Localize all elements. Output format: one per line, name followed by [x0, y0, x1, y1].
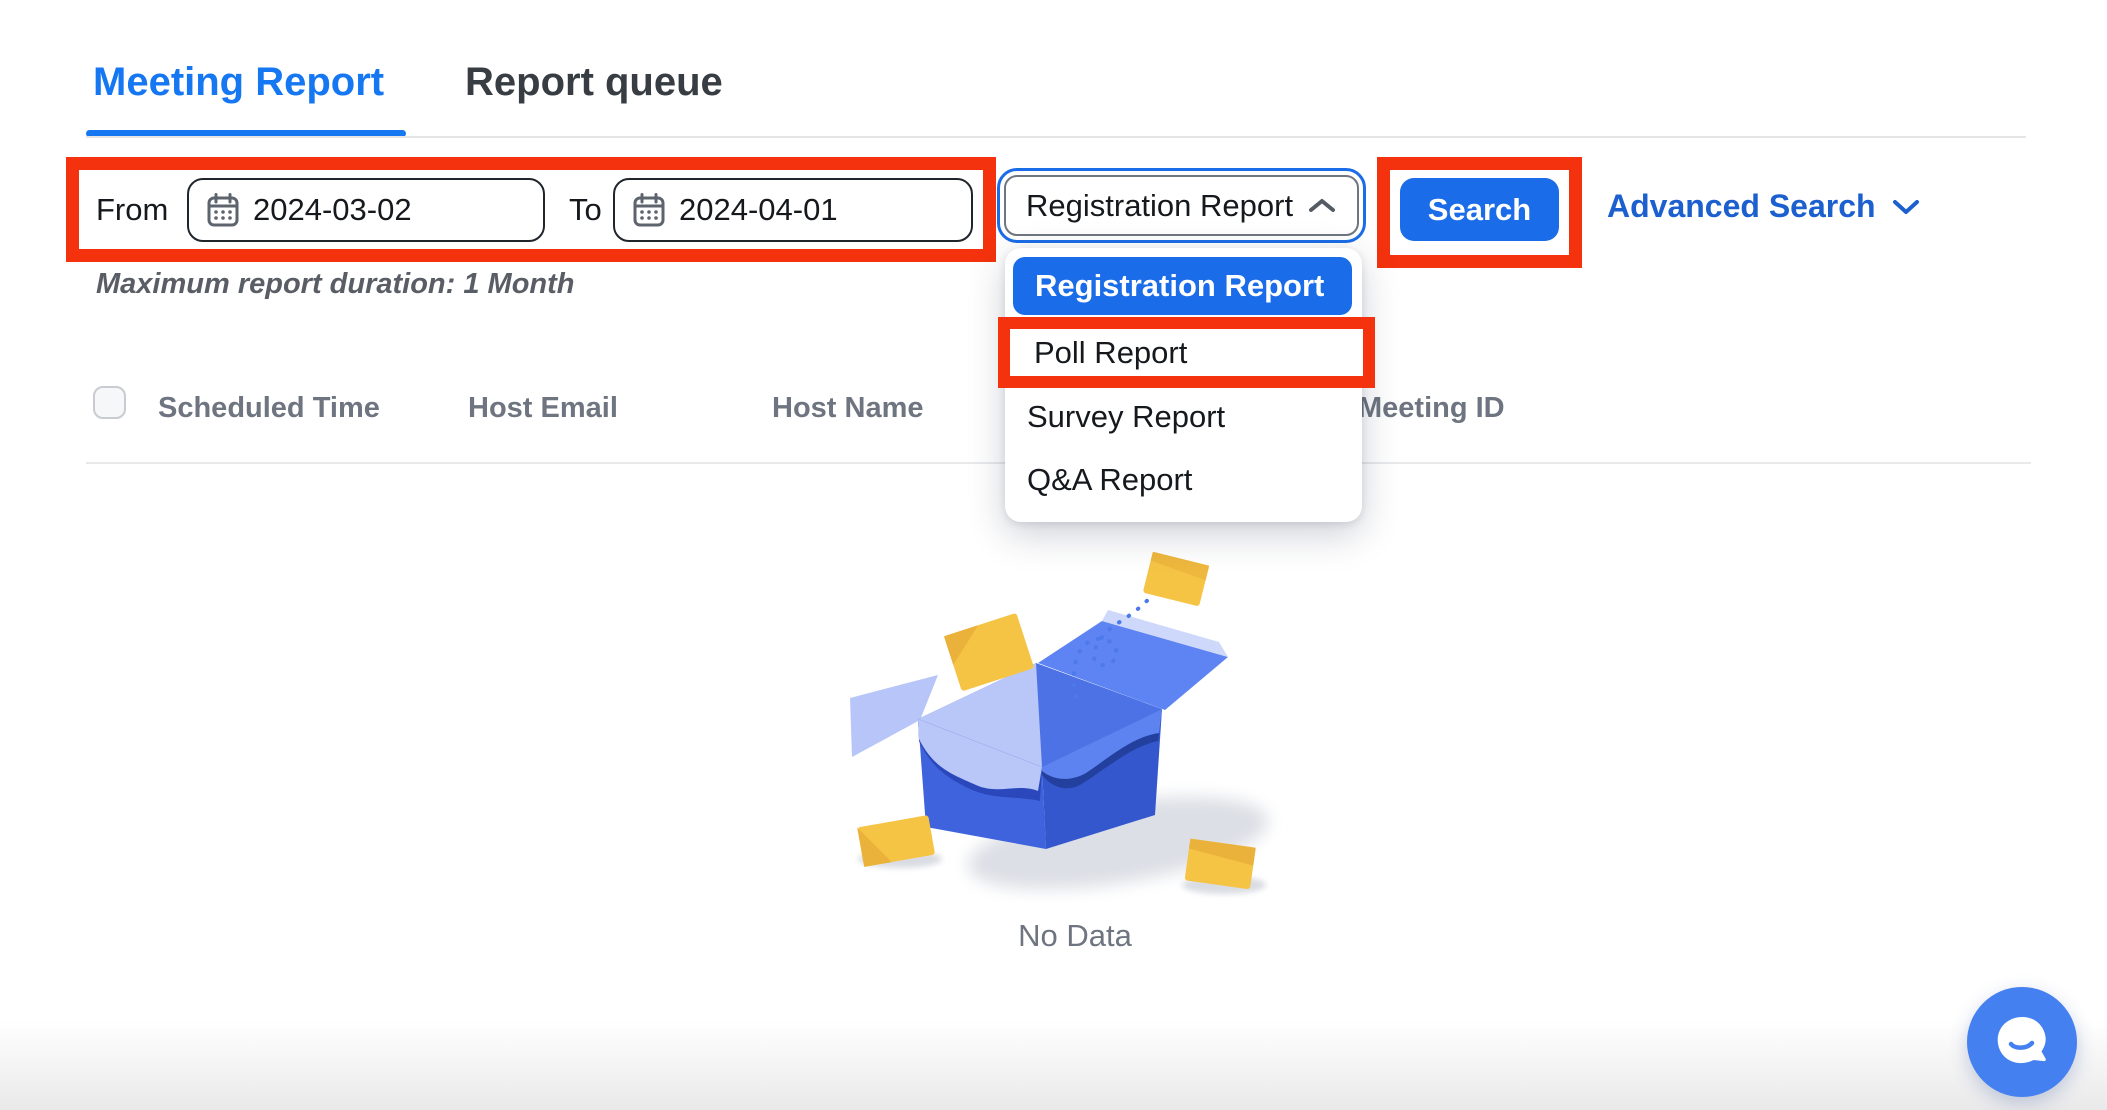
to-date-value: 2024-04-01 [679, 192, 838, 228]
option-poll-report[interactable]: Poll Report [1010, 329, 1363, 376]
column-header-scheduled-time: Scheduled Time [158, 392, 380, 425]
from-label: From [96, 192, 168, 228]
option-qa-report[interactable]: Q&A Report [1027, 458, 1192, 502]
from-date-input[interactable]: 2024-03-02 [187, 178, 545, 242]
no-data-illustration [840, 535, 1310, 925]
to-date-input[interactable]: 2024-04-01 [613, 178, 973, 242]
option-survey-report[interactable]: Survey Report [1027, 395, 1225, 439]
tab-bar-divider [86, 136, 2026, 138]
chat-launcher-button[interactable] [1967, 987, 2077, 1097]
no-data-text: No Data [840, 918, 1310, 954]
select-all-checkbox[interactable] [93, 386, 126, 419]
column-header-host-email: Host Email [468, 392, 618, 425]
tab-meeting-report[interactable]: Meeting Report [93, 60, 384, 105]
report-type-dropdown-menu: Registration Report Poll Report Survey R… [1005, 248, 1362, 522]
option-registration-report[interactable]: Registration Report [1013, 257, 1352, 315]
report-type-value: Registration Report [1026, 188, 1293, 224]
report-type-select[interactable]: Registration Report [997, 168, 1366, 243]
search-button[interactable]: Search [1400, 178, 1559, 241]
chevron-down-icon [1892, 198, 1920, 216]
highlight-box-poll-report: Poll Report [998, 317, 1375, 388]
calendar-icon [207, 193, 239, 227]
advanced-search-link[interactable]: Advanced Search [1607, 188, 1920, 225]
chat-bubble-icon [1991, 1011, 2053, 1073]
tab-report-queue[interactable]: Report queue [465, 60, 723, 105]
chevron-up-icon [1307, 197, 1337, 215]
from-date-value: 2024-03-02 [253, 192, 412, 228]
calendar-icon [633, 193, 665, 227]
max-duration-hint: Maximum report duration: 1 Month [96, 268, 575, 301]
to-label: To [569, 192, 602, 228]
advanced-search-label: Advanced Search [1607, 188, 1876, 225]
meeting-report-page: Meeting Report Report queue From 2024-03… [0, 0, 2107, 1110]
column-header-meeting-id: Meeting ID [1358, 392, 1505, 425]
column-header-host-name: Host Name [772, 392, 924, 425]
